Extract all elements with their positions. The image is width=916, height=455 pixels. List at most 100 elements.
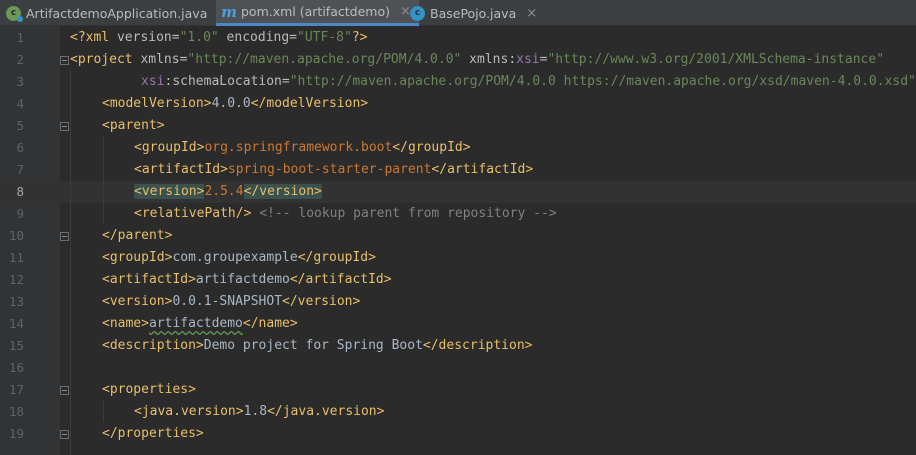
fold-toggle-icon[interactable]	[60, 56, 69, 65]
tag-open: <artifactId>	[134, 162, 228, 177]
xml-decl-open: <?	[70, 30, 86, 45]
attr-colon: :	[508, 52, 517, 67]
tag-text: 0.0.1-SNAPSHOT	[172, 294, 283, 309]
attr-value: "http://www.w3.org/2001/XMLSchema-instan…	[547, 52, 885, 67]
xml-decl-tag: xml	[85, 30, 110, 45]
line-number: 10	[8, 228, 24, 243]
attr-name: xmlns	[461, 52, 509, 67]
tag-open: <groupId>	[134, 140, 205, 155]
indent-guide	[103, 400, 104, 422]
code-line-15[interactable]: <description>Demo project for Spring Boo…	[102, 335, 532, 357]
line-number: 16	[8, 360, 24, 375]
tag-close: </properties>	[102, 426, 204, 441]
code-line-7[interactable]: <artifactId>spring-boot-starter-parent</…	[134, 159, 533, 181]
line-number: 13	[8, 294, 24, 309]
tag-text: artifactdemo	[195, 272, 290, 287]
tag-close: </java.version>	[267, 404, 385, 419]
fold-toggle-icon[interactable]	[60, 386, 69, 395]
code-line-13[interactable]: <version>0.0.1-SNAPSHOT</version>	[102, 291, 360, 313]
code-line-10[interactable]: </parent>	[102, 225, 172, 247]
tag-open: <parent>	[102, 118, 165, 133]
line-number: 7	[16, 162, 24, 177]
tag-open: <java.version>	[134, 404, 244, 419]
indent-guide	[70, 70, 71, 455]
line-number: 14	[8, 316, 24, 331]
line-number: 19	[8, 426, 24, 441]
attr-value: "UTF-8"	[297, 30, 352, 45]
attr-value: "1.0"	[179, 30, 219, 45]
tab-pom-xml[interactable]: m pom.xml (artifactdemo) ×	[216, 0, 419, 26]
code-line-9[interactable]: <relativePath/> <!-- lookup parent from …	[134, 203, 557, 225]
tag-close: </modelVersion>	[250, 96, 369, 111]
attr-name: schemaLocation=	[172, 74, 290, 89]
maven-icon: m	[221, 2, 237, 21]
code-line-6[interactable]: <groupId>org.springframework.boot</group…	[134, 137, 471, 159]
tag-close: </artifactId>	[431, 162, 534, 177]
namespace-prefix: xsi	[516, 52, 540, 67]
line-number: 18	[8, 404, 24, 419]
xml-comment: <!-- lookup parent from repository -->	[251, 206, 557, 221]
code-line-5[interactable]: <parent>	[102, 115, 165, 137]
fold-toggle-icon[interactable]	[60, 232, 69, 241]
code-line-19[interactable]: </properties>	[102, 423, 204, 445]
tag-close: </version>	[243, 184, 322, 199]
code-line-12[interactable]: <artifactId>artifactdemo</artifactId>	[102, 269, 392, 291]
namespace-prefix: xsi	[141, 74, 165, 89]
tag-open: <artifactId>	[102, 272, 196, 287]
code-line-14[interactable]: <name>artifactdemo</name>	[102, 313, 298, 335]
tag-text: spring-boot-starter-parent	[227, 162, 432, 177]
tag-text: 4.0.0	[211, 96, 251, 111]
line-number: 12	[8, 272, 24, 287]
code-line-17[interactable]: <properties>	[102, 379, 196, 401]
class-icon: c	[410, 5, 425, 21]
line-number: 4	[16, 96, 24, 111]
line-number: 2	[16, 52, 24, 67]
tab-artifactdemo-application[interactable]: c ArtifactdemoApplication.java ×	[6, 0, 228, 26]
line-number: 1	[16, 30, 24, 45]
tag-open: <relativePath/>	[134, 206, 252, 221]
tab-basepojo[interactable]: c BasePojo.java ×	[410, 0, 537, 26]
attr-value: "http://maven.apache.org/POM/4.0.0 https…	[289, 74, 916, 89]
code-line-2[interactable]: <project xmlns="http://maven.apache.org/…	[70, 49, 884, 71]
tag-close: </groupId>	[297, 250, 376, 265]
line-number: 5	[16, 118, 24, 133]
line-number: 3	[16, 74, 24, 89]
code-line-4[interactable]: <modelVersion>4.0.0</modelVersion>	[102, 93, 368, 115]
attr-name: xmlns=	[132, 52, 188, 67]
tag-open: <version>	[134, 184, 205, 199]
line-number: 17	[8, 382, 24, 397]
line-number: 6	[16, 140, 24, 155]
tag-text-typo: artifactdemo	[148, 316, 243, 331]
tag-open: <name>	[102, 316, 149, 331]
fold-toggle-icon[interactable]	[60, 122, 69, 131]
tag-open: <version>	[102, 294, 173, 309]
tag-text: org.springframework.boot	[204, 140, 393, 155]
attr-value: "http://maven.apache.org/POM/4.0.0"	[187, 52, 462, 67]
tag-text: Demo project for Spring Boot	[203, 338, 423, 353]
tag-close: </groupId>	[392, 140, 471, 155]
tag-close: </description>	[422, 338, 533, 353]
tag-open: <groupId>	[102, 250, 173, 265]
line-number: 15	[8, 338, 24, 353]
xml-decl-close: ?>	[351, 30, 368, 45]
tag-open: <description>	[102, 338, 204, 353]
tag-close: </parent>	[102, 228, 173, 243]
code-line-3[interactable]: xsi:schemaLocation="http://maven.apache.…	[141, 71, 916, 93]
code-line-11[interactable]: <groupId>com.groupexample</groupId>	[102, 247, 376, 269]
code-line-1[interactable]: <?xml version="1.0" encoding="UTF-8"?>	[70, 27, 367, 49]
tag-open: <modelVersion>	[102, 96, 212, 111]
tag-text: 2.5.4	[204, 184, 244, 199]
line-number: 9	[16, 206, 24, 221]
code-line-18[interactable]: <java.version>1.8</java.version>	[134, 401, 384, 423]
attr-name: version=	[109, 30, 180, 45]
tag-close: </name>	[242, 316, 298, 331]
tag-open: <properties>	[102, 382, 196, 397]
indent-guide	[103, 136, 104, 224]
code-line-8[interactable]: <version>2.5.4</version>	[134, 181, 322, 203]
tab-label: ArtifactdemoApplication.java	[26, 5, 208, 21]
attr-name: encoding=	[218, 30, 298, 45]
close-icon[interactable]: ×	[526, 6, 537, 21]
line-number: 11	[8, 250, 24, 265]
fold-toggle-icon[interactable]	[60, 430, 69, 439]
vertical-scrollbar[interactable]	[906, 27, 916, 455]
